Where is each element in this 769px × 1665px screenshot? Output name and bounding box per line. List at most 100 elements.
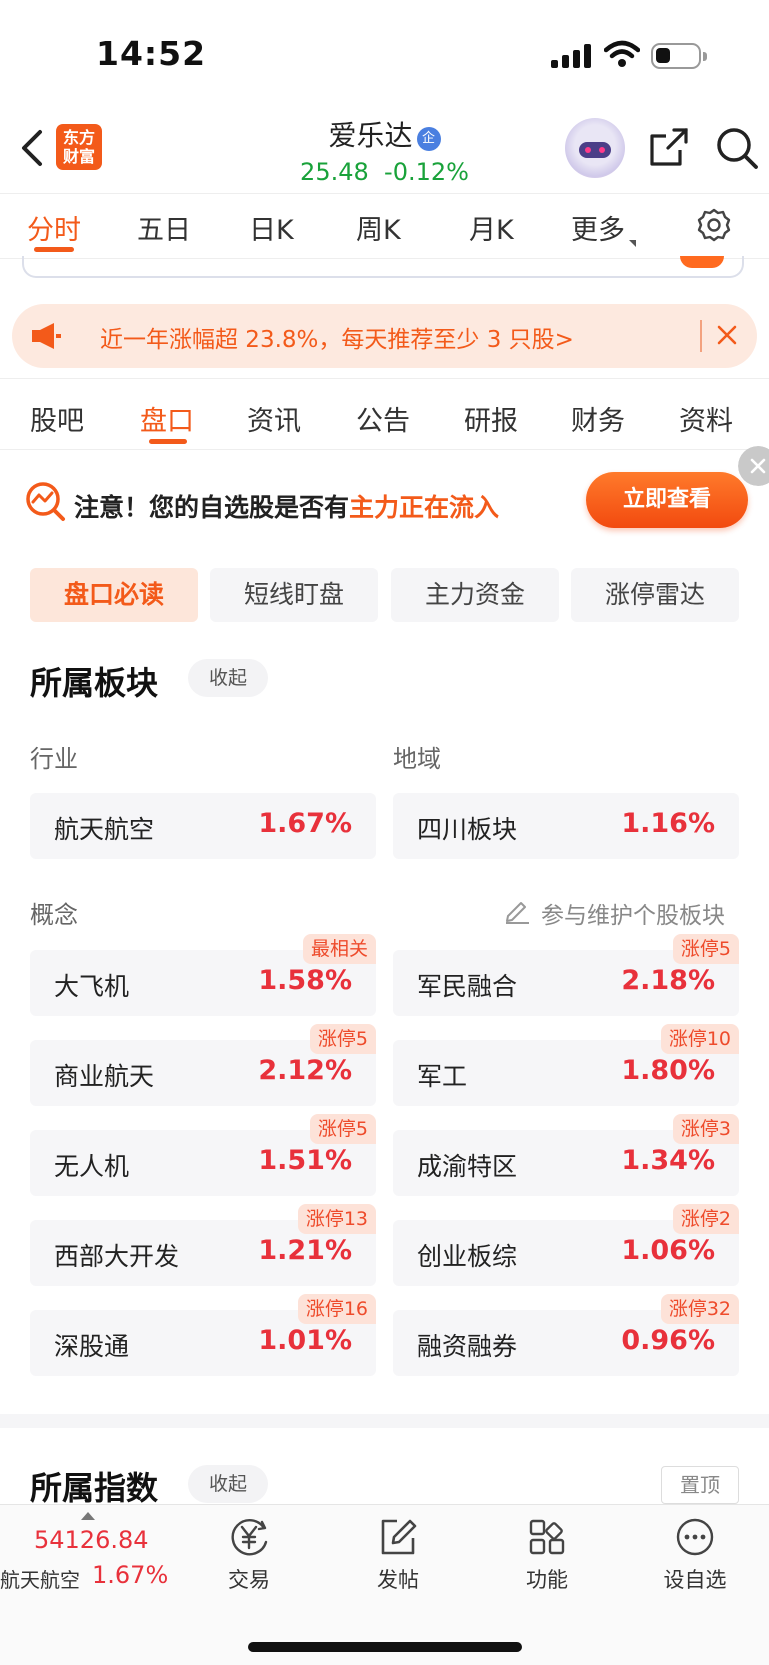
tab-monthly-k[interactable]: 月K [469,208,514,247]
concept-pct: 2.18% [621,965,715,996]
notice-close-icon[interactable] [738,446,769,486]
tab-announcements[interactable]: 公告 [356,399,410,438]
concept-card[interactable]: 最相关 大飞机 1.58% [30,934,376,1016]
concept-name: 无人机 [54,1152,130,1181]
nav-functions[interactable]: 功能 [497,1516,597,1594]
caret-up-icon[interactable] [81,1512,95,1520]
tab-weekly-k[interactable]: 周K [356,208,401,247]
concept-card[interactable]: 涨停32 融资融券 0.96% [393,1294,739,1376]
chart-period-tabs: 分时 五日 日K 周K 月K 更多 [0,193,769,259]
concept-name: 军民融合 [417,972,518,1001]
concept-tag: 涨停16 [297,1294,376,1324]
subtab-limit-up-radar[interactable]: 涨停雷达 [571,568,739,622]
notice-highlight: 主力正在流入 [349,493,500,522]
tab-guba[interactable]: 股吧 [30,399,84,438]
tab-more-label: 更多 [571,215,625,246]
ai-assistant-robot-icon[interactable] [565,118,625,178]
tab-profile[interactable]: 资料 [679,399,733,438]
concept-pct: 2.12% [258,1055,352,1086]
scrolled-panel-edge [22,256,744,278]
concept-card[interactable]: 涨停10 军工 1.80% [393,1024,739,1106]
subtab-short-term[interactable]: 短线盯盘 [210,568,378,622]
concept-pct: 1.58% [258,965,352,996]
concept-card[interactable]: 涨停2 创业板综 1.06% [393,1204,739,1286]
pin-to-top-button[interactable]: 置顶 [661,1466,739,1504]
concept-tag: 涨停32 [660,1294,739,1324]
index-pct[interactable]: 1.67% [92,1561,168,1589]
concept-pct: 1.01% [258,1325,352,1356]
notice-prefix: 注意！您的自选股是否有 [74,493,350,522]
concept-name: 军工 [417,1062,468,1091]
enterprise-verified-badge: 企 [416,127,441,151]
concept-card[interactable]: 涨停13 西部大开发 1.21% [30,1204,376,1286]
industry-pct: 1.67% [258,808,352,839]
region-card[interactable]: 四川板块 1.16% [393,793,739,859]
nav-trade-label: 交易 [228,1568,270,1592]
region-name: 四川板块 [417,815,518,844]
share-icon[interactable] [648,126,690,168]
tab-more[interactable]: 更多 [571,208,636,247]
nav-add-watchlist[interactable]: 设自选 [645,1516,745,1594]
concept-name: 成渝特区 [417,1152,518,1181]
concept-card[interactable]: 涨停16 深股通 1.01% [30,1294,376,1376]
concept-tag: 涨停5 [672,934,739,964]
nav-post[interactable]: 发帖 [348,1516,448,1594]
subtab-main-funds[interactable]: 主力资金 [391,568,559,622]
concept-name: 西部大开发 [54,1242,180,1271]
nav-functions-label: 功能 [526,1568,568,1592]
collapse-index-button[interactable]: 收起 [188,1465,268,1503]
tab-news[interactable]: 资讯 [247,399,301,438]
status-time: 14:52 [96,34,207,73]
trend-magnifier-icon [26,482,65,521]
search-icon[interactable] [715,126,759,170]
concept-tag: 涨停2 [672,1204,739,1234]
concept-tag: 涨停3 [672,1114,739,1144]
view-now-button[interactable]: 立即查看 [586,472,748,528]
maintain-sector-link[interactable]: 参与维护个股板块 [541,896,725,930]
nav-add-watchlist-label: 设自选 [663,1568,727,1592]
tab-pankou[interactable]: 盘口 [140,399,194,438]
promo-text[interactable]: 近一年涨幅超 23.8%，每天推荐至少 3 只股> [100,320,574,354]
grid-apps-icon [529,1519,565,1555]
tab-five-day[interactable]: 五日 [137,208,191,247]
subtab-must-read[interactable]: 盘口必读 [30,568,198,622]
scrolled-button-edge [680,256,724,268]
index-name[interactable]: 航天航空 [0,1564,80,1593]
concept-tag: 涨停5 [309,1024,376,1054]
concept-pct: 1.51% [258,1145,352,1176]
close-icon[interactable] [714,322,740,348]
tab-daily-k[interactable]: 日K [249,208,294,247]
nav-trade[interactable]: 交易 [199,1516,299,1594]
industry-card[interactable]: 航天航空 1.67% [30,793,376,859]
main-section-tabs: 股吧 盘口 资讯 公告 研报 财务 资料 [0,378,769,450]
period-tab-indicator [34,247,74,252]
section-divider [0,1414,769,1428]
tab-research[interactable]: 研报 [464,399,518,438]
edit-pencil-icon[interactable] [503,896,531,924]
region-label: 地域 [393,745,441,773]
concept-pct: 1.06% [621,1235,715,1266]
concept-name: 融资融券 [417,1332,518,1361]
megaphone-icon [32,323,61,349]
concept-tag: 涨停10 [660,1024,739,1054]
more-circle-icon [676,1518,714,1556]
concept-tag: 最相关 [302,934,376,964]
tab-finance[interactable]: 财务 [571,399,625,438]
gear-icon[interactable] [697,208,731,242]
index-value[interactable]: 54126.84 [34,1526,149,1554]
wifi-icon [604,40,640,67]
region-pct: 1.16% [621,808,715,839]
home-indicator[interactable] [248,1642,522,1652]
concept-card[interactable]: 涨停3 成渝特区 1.34% [393,1114,739,1196]
collapse-sector-button[interactable]: 收起 [188,659,268,697]
concept-card[interactable]: 涨停5 无人机 1.51% [30,1114,376,1196]
stock-price: 25.48 [300,158,369,186]
concept-pct: 1.34% [621,1145,715,1176]
concept-card[interactable]: 涨停5 商业航天 2.12% [30,1024,376,1106]
app-screen: 14:52 东方 财富 爱乐达企 25.48 -0.12% 分时 五日 日K 周… [0,0,769,1665]
compose-icon [381,1519,417,1555]
tab-intraday[interactable]: 分时 [27,208,81,247]
concept-card[interactable]: 涨停5 军民融合 2.18% [393,934,739,1016]
concept-label: 概念 [30,901,78,929]
nav-post-label: 发帖 [377,1568,419,1592]
